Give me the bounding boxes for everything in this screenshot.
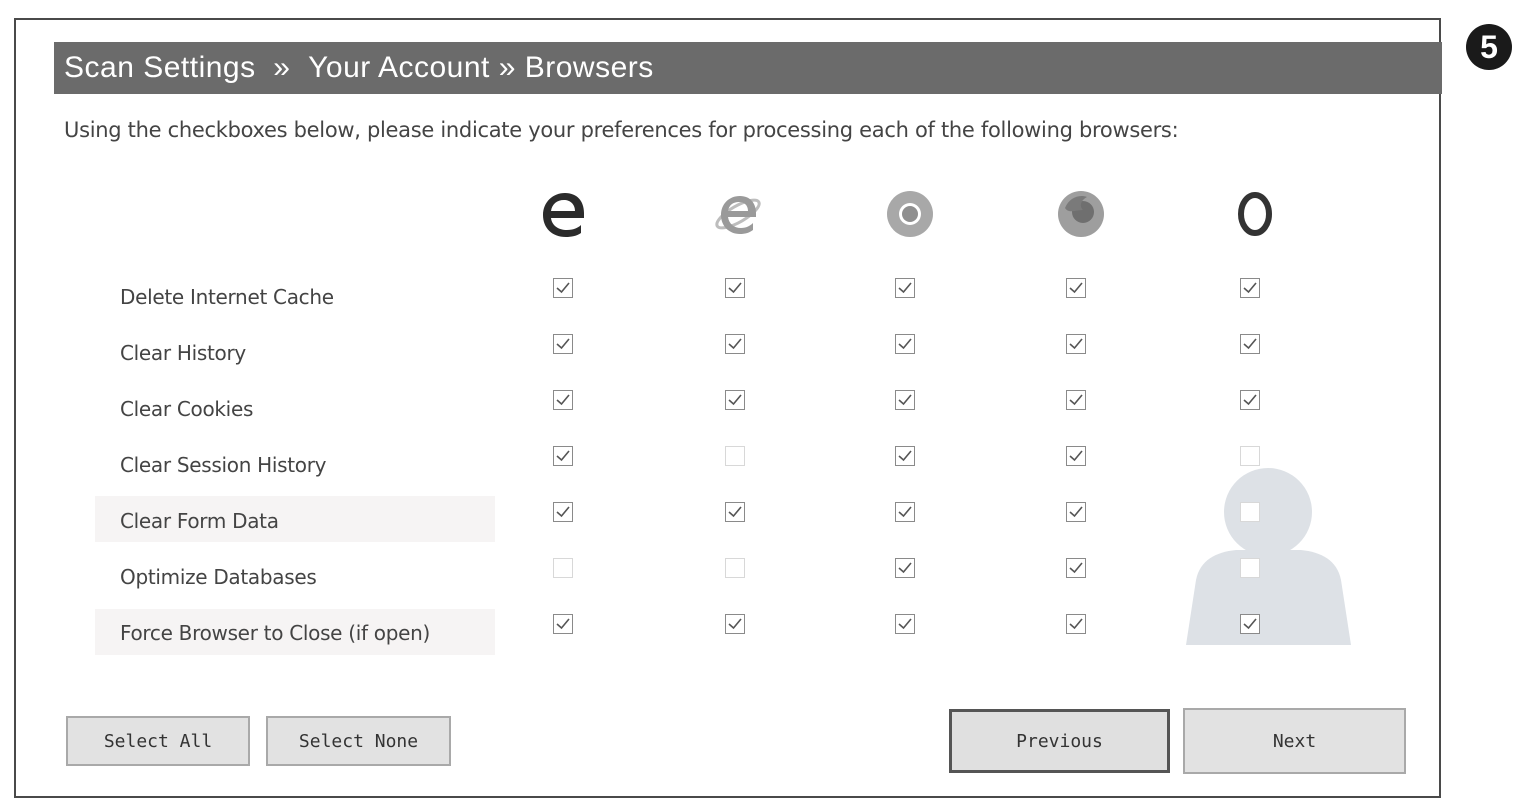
checkbox-chrome[interactable] <box>895 502 915 522</box>
checkbox-firefox[interactable] <box>1066 390 1086 410</box>
checkbox-chrome[interactable] <box>895 446 915 466</box>
breadcrumb-scan-settings[interactable]: Scan Settings <box>64 51 256 85</box>
checkbox-opera[interactable] <box>1240 278 1260 298</box>
checkmark-icon <box>898 450 912 462</box>
checkbox-opera[interactable] <box>1240 558 1260 578</box>
checkmark-icon <box>1069 282 1083 294</box>
checkmark-icon <box>728 618 742 630</box>
checkbox-edge[interactable] <box>553 278 573 298</box>
option-label-force-browser-close: Force Browser to Close (if open) <box>120 621 431 645</box>
checkmark-icon <box>898 282 912 294</box>
checkmark-icon <box>556 450 570 462</box>
checkmark-icon <box>556 618 570 630</box>
checkmark-icon <box>1069 618 1083 630</box>
checkbox-opera[interactable] <box>1240 334 1260 354</box>
checkbox-firefox[interactable] <box>1066 278 1086 298</box>
checkbox-opera[interactable] <box>1240 614 1260 634</box>
checkbox-ie[interactable] <box>725 558 745 578</box>
step-number-badge: 5 <box>1466 24 1512 70</box>
checkbox-ie[interactable] <box>725 390 745 410</box>
checkmark-icon <box>1243 394 1257 406</box>
checkbox-opera[interactable] <box>1240 502 1260 522</box>
checkmark-icon <box>728 394 742 406</box>
checkbox-edge[interactable] <box>553 614 573 634</box>
checkmark-icon <box>1243 338 1257 350</box>
checkmark-icon <box>898 618 912 630</box>
checkmark-icon <box>898 394 912 406</box>
opera-icon <box>1229 188 1281 240</box>
option-label-clear-session-history: Clear Session History <box>120 453 327 477</box>
breadcrumb-browsers: Browsers <box>524 51 654 84</box>
checkmark-icon <box>898 338 912 350</box>
option-label-delete-internet-cache: Delete Internet Cache <box>120 285 334 309</box>
checkbox-edge[interactable] <box>553 558 573 578</box>
checkmark-icon <box>1069 506 1083 518</box>
checkbox-chrome[interactable] <box>895 558 915 578</box>
internet-explorer-icon <box>712 188 764 240</box>
checkmark-icon <box>898 562 912 574</box>
select-none-button[interactable]: Select None <box>266 716 451 766</box>
option-label-clear-form-data: Clear Form Data <box>120 509 279 533</box>
previous-button[interactable]: Previous <box>949 709 1170 773</box>
checkbox-edge[interactable] <box>553 390 573 410</box>
checkmark-icon <box>1243 282 1257 294</box>
checkbox-chrome[interactable] <box>895 614 915 634</box>
checkmark-icon <box>728 282 742 294</box>
checkbox-firefox[interactable] <box>1066 446 1086 466</box>
chrome-icon <box>884 188 936 240</box>
checkbox-ie[interactable] <box>725 278 745 298</box>
breadcrumb: Scan Settings » Your Account » Browsers <box>54 42 1442 94</box>
checkbox-firefox[interactable] <box>1066 502 1086 522</box>
option-label-optimize-databases: Optimize Databases <box>120 565 317 589</box>
instructions-text: Using the checkboxes below, please indic… <box>64 118 1179 142</box>
checkmark-icon <box>1243 618 1257 630</box>
checkmark-icon <box>556 282 570 294</box>
checkbox-chrome[interactable] <box>895 390 915 410</box>
avatar-placeholder-icon <box>1186 460 1351 649</box>
option-label-clear-cookies: Clear Cookies <box>120 397 254 421</box>
edge-icon <box>537 188 589 240</box>
checkbox-edge[interactable] <box>553 334 573 354</box>
checkbox-chrome[interactable] <box>895 278 915 298</box>
checkbox-firefox[interactable] <box>1066 558 1086 578</box>
checkbox-edge[interactable] <box>553 446 573 466</box>
checkbox-opera[interactable] <box>1240 390 1260 410</box>
firefox-icon <box>1055 188 1107 240</box>
checkmark-icon <box>556 394 570 406</box>
checkmark-icon <box>1069 338 1083 350</box>
option-label-clear-history: Clear History <box>120 341 246 365</box>
breadcrumb-your-account[interactable]: Your Account <box>308 51 490 85</box>
checkbox-ie[interactable] <box>725 334 745 354</box>
checkmark-icon <box>728 506 742 518</box>
breadcrumb-separator: » <box>255 51 309 84</box>
checkbox-ie[interactable] <box>725 614 745 634</box>
checkbox-ie[interactable] <box>725 502 745 522</box>
checkbox-firefox[interactable] <box>1066 614 1086 634</box>
breadcrumb-separator: » <box>489 51 525 84</box>
checkmark-icon <box>1069 450 1083 462</box>
checkbox-chrome[interactable] <box>895 334 915 354</box>
checkbox-ie[interactable] <box>725 446 745 466</box>
checkbox-firefox[interactable] <box>1066 334 1086 354</box>
checkmark-icon <box>898 506 912 518</box>
checkmark-icon <box>1069 394 1083 406</box>
checkmark-icon <box>556 506 570 518</box>
next-button[interactable]: Next <box>1183 708 1406 774</box>
checkmark-icon <box>556 338 570 350</box>
checkbox-opera[interactable] <box>1240 446 1260 466</box>
checkbox-edge[interactable] <box>553 502 573 522</box>
select-all-button[interactable]: Select All <box>66 716 250 766</box>
checkmark-icon <box>728 338 742 350</box>
checkmark-icon <box>1069 562 1083 574</box>
